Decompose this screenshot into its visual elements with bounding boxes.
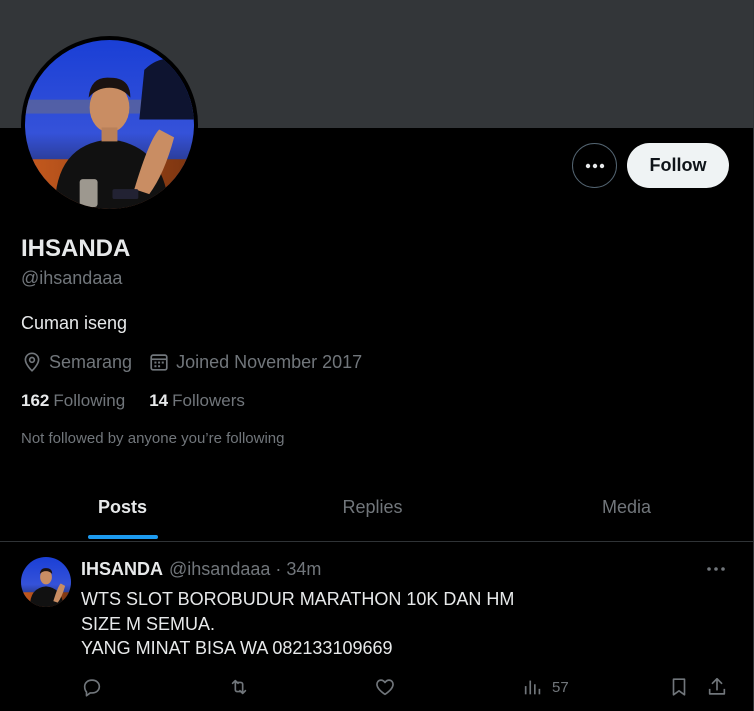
profile-bio: Cuman iseng: [21, 313, 128, 333]
tab-label: Replies: [342, 497, 403, 517]
location-text: Semarang: [49, 351, 133, 372]
tweet-text: WTS SLOT BOROBUDUR MARATHON 10K DAN HM S…: [81, 587, 514, 661]
views-button[interactable]: 57: [522, 675, 569, 699]
followers-count: 14: [149, 391, 169, 410]
like-button[interactable]: [374, 675, 396, 699]
more-horizontal-icon: [585, 163, 604, 168]
tweet-line: WTS SLOT BOROBUDUR MARATHON 10K DAN HM: [81, 589, 515, 609]
location-item: Semarang: [21, 351, 132, 373]
tab-label: Media: [601, 497, 652, 517]
tab-replies[interactable]: Replies: [245, 474, 500, 541]
avatar-photo: [25, 40, 194, 209]
heart-icon: [376, 679, 394, 696]
joined-text: Joined November 2017: [176, 351, 363, 372]
follow-button[interactable]: Follow: [627, 143, 729, 188]
tweet-line: SIZE M SEMUA.: [81, 613, 216, 634]
reply-button[interactable]: [81, 675, 103, 699]
profile-tabs: Posts Replies Media: [0, 474, 753, 542]
reply-icon: [83, 679, 101, 697]
more-horizontal-icon: [707, 567, 725, 571]
following-count: 162: [21, 391, 50, 410]
calendar-icon: [148, 351, 170, 373]
share-icon: [708, 677, 726, 695]
tweet[interactable]: IHSANDA @ihsandaaa · 34m WTS SLOT BOROBU…: [0, 543, 753, 711]
tweet-avatar[interactable]: [21, 557, 71, 607]
profile-avatar[interactable]: [21, 36, 198, 213]
views-chart-icon: [524, 680, 541, 695]
share-button[interactable]: [706, 675, 728, 699]
location-pin-icon: [21, 351, 43, 373]
retweet-icon: [231, 679, 247, 695]
tab-posts[interactable]: Posts: [0, 474, 245, 541]
profile-meta: Semarang Joined November 2017: [21, 351, 378, 373]
tab-media[interactable]: Media: [500, 474, 753, 541]
tweet-author-name[interactable]: IHSANDA: [81, 559, 163, 580]
tab-label: Posts: [97, 497, 148, 517]
profile-handle: @ihsandaaa: [21, 268, 123, 288]
joined-item: Joined November 2017: [148, 351, 362, 373]
tweet-author-handle[interactable]: @ihsandaaa: [169, 559, 270, 580]
tweet-header: IHSANDA @ihsandaaa · 34m: [81, 559, 321, 580]
not-followed-notice: Not followed by anyone you’re following: [21, 430, 285, 447]
active-tab-indicator: [87, 535, 158, 539]
tweet-time[interactable]: 34m: [286, 559, 321, 580]
bookmark-icon: [672, 678, 686, 696]
separator-dot: ·: [275, 559, 282, 579]
more-options-button[interactable]: [572, 143, 617, 188]
following-link[interactable]: 162 Following: [21, 391, 125, 411]
views-count: 57: [552, 678, 569, 696]
profile-stats: 162 Following 14 Followers: [21, 391, 269, 411]
profile-name: IHSANDA: [21, 235, 131, 262]
following-label: Following: [53, 391, 126, 410]
followers-link[interactable]: 14 Followers: [149, 391, 245, 411]
tweet-line: YANG MINAT BISA WA 082133109669: [81, 638, 393, 658]
tweet-more-button[interactable]: [704, 561, 728, 577]
retweet-button[interactable]: [228, 675, 250, 699]
bookmark-button[interactable]: [668, 675, 690, 699]
followers-label: Followers: [172, 391, 245, 410]
